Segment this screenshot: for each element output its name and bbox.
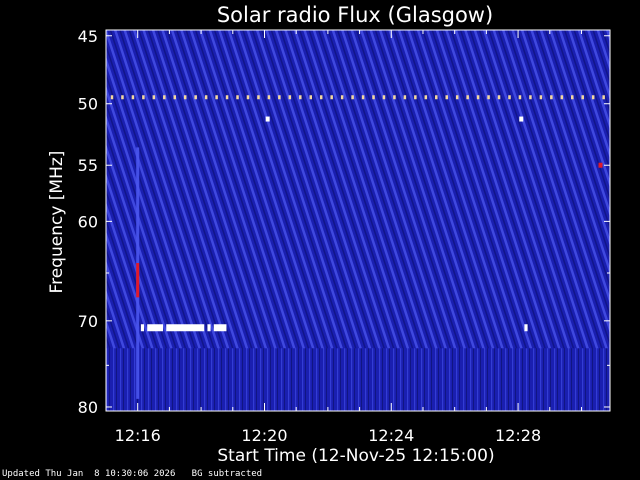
interference-mark <box>330 95 333 100</box>
burst-segment <box>147 324 164 332</box>
interference-mark <box>591 95 595 100</box>
interference-mark <box>121 95 124 100</box>
updated-timestamp: Updated Thu Jan 8 10:30:06 2026 <box>2 469 176 479</box>
interference-mark <box>476 95 480 100</box>
interference-mark <box>581 95 584 100</box>
burst-segment <box>524 324 528 332</box>
interference-mark <box>152 95 156 100</box>
interference-mark <box>278 95 281 100</box>
interference-mark <box>372 95 375 100</box>
x-axis-label: Start Time (12-Nov-25 12:15:00) <box>217 446 494 466</box>
interference-mark <box>110 95 114 100</box>
chart-title: Solar radio Flux (Glasgow) <box>217 3 493 27</box>
interference-mark <box>487 95 490 100</box>
burst-segment <box>213 324 227 332</box>
interference-mark <box>257 95 260 100</box>
low-frequency-band <box>106 348 610 411</box>
interference-mark <box>529 95 532 100</box>
interference-mark <box>445 95 448 100</box>
spectrogram-chart: Solar radio Flux (Glasgow) 455055607080 … <box>47 3 611 466</box>
interference-mark <box>163 95 166 100</box>
vertical-burst-hot <box>136 263 140 298</box>
interference-mark <box>288 95 292 100</box>
burst-segment <box>207 324 211 332</box>
bright-mark <box>265 116 270 122</box>
y-axis-label: Frequency [MHz] <box>47 151 67 294</box>
interference-mark <box>236 95 239 100</box>
burst-segment <box>166 324 205 332</box>
interference-mark <box>382 95 386 100</box>
y-tick-label: 60 <box>78 212 98 231</box>
interference-mark <box>340 95 344 100</box>
x-tick-label: 12:24 <box>368 426 414 445</box>
interference-mark <box>571 95 574 100</box>
burst-segment <box>140 324 145 332</box>
bg-subtracted-note: BG subtracted <box>191 469 263 479</box>
interference-mark <box>560 95 564 100</box>
interference-mark <box>131 95 135 100</box>
footer: Updated Thu Jan 8 10:30:06 2026 BG subtr… <box>2 469 262 479</box>
y-tick-label: 80 <box>78 398 98 417</box>
interference-mark <box>508 95 511 100</box>
interference-mark <box>267 95 271 100</box>
interference-mark <box>142 95 145 100</box>
bright-mark <box>598 162 603 168</box>
interference-mark <box>361 95 365 100</box>
interference-mark <box>225 95 229 100</box>
interference-mark <box>414 95 417 100</box>
interference-mark <box>518 95 522 100</box>
x-tick-label: 12:20 <box>241 426 287 445</box>
interference-mark <box>455 95 459 100</box>
x-tick-label: 12:28 <box>495 426 541 445</box>
interference-mark <box>539 95 543 100</box>
interference-mark <box>299 95 302 100</box>
interference-mark <box>497 95 501 100</box>
interference-mark <box>424 95 428 100</box>
interference-mark <box>204 95 208 100</box>
interference-mark <box>319 95 323 100</box>
interference-mark <box>183 95 187 100</box>
plot-area <box>106 30 610 411</box>
interference-mark <box>309 95 313 100</box>
x-tick-label: 12:16 <box>115 426 161 445</box>
interference-mark <box>194 95 197 100</box>
interference-mark <box>393 95 396 100</box>
y-tick-label: 45 <box>78 27 98 46</box>
interference-mark <box>602 95 605 100</box>
y-tick-label: 70 <box>78 312 98 331</box>
interference-mark <box>351 95 354 100</box>
interference-mark <box>435 95 438 100</box>
bright-mark <box>519 116 524 122</box>
y-tick-label: 55 <box>78 156 98 175</box>
y-tick-label: 50 <box>78 95 98 114</box>
interference-mark <box>466 95 469 100</box>
interference-mark <box>246 95 250 100</box>
interference-mark <box>550 95 553 100</box>
interference-mark <box>215 95 218 100</box>
interference-mark <box>403 95 407 100</box>
interference-mark <box>173 95 177 100</box>
